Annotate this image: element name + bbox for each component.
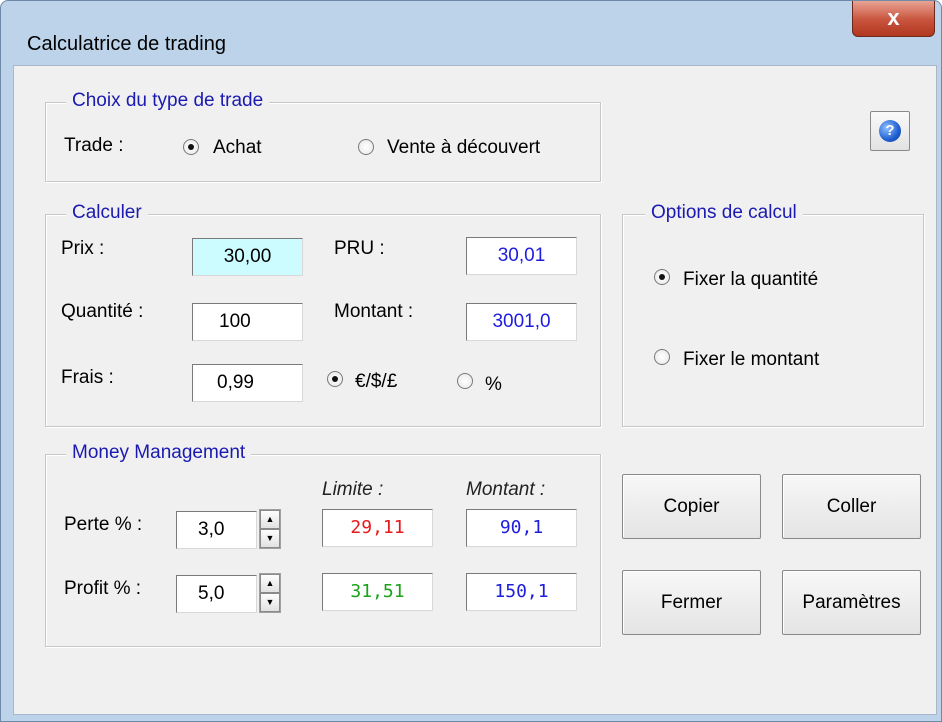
stepper-up-icon[interactable]: ▲: [260, 510, 280, 529]
copier-button[interactable]: Copier: [622, 474, 761, 539]
stepper-down-icon[interactable]: ▼: [260, 529, 280, 548]
prix-label: Prix :: [61, 238, 105, 259]
perte-limite-value: 29,11: [322, 509, 433, 547]
coller-button[interactable]: Coller: [782, 474, 921, 539]
title-bar[interactable]: Calculatrice de trading: [1, 1, 941, 55]
frais-input[interactable]: 0,99: [192, 364, 303, 402]
frais-percent-radio-label[interactable]: %: [485, 374, 502, 396]
close-icon: x: [887, 5, 900, 30]
trade-type-legend: Choix du type de trade: [66, 90, 270, 112]
perte-label: Perte % :: [64, 514, 143, 535]
window-title: Calculatrice de trading: [27, 33, 226, 55]
trade-label: Trade :: [64, 135, 124, 156]
vente-decouvert-radio[interactable]: [358, 139, 374, 155]
perte-input[interactable]: 3,0: [176, 511, 257, 549]
close-button[interactable]: x: [852, 1, 935, 37]
achat-radio-label[interactable]: Achat: [213, 137, 262, 159]
frais-currency-radio-label[interactable]: €/$/£: [355, 371, 397, 393]
profit-input[interactable]: 5,0: [176, 575, 257, 613]
profit-montant-value: 150,1: [466, 573, 577, 611]
montant-label: Montant :: [334, 301, 414, 322]
perte-montant-value: 90,1: [466, 509, 577, 547]
prix-input[interactable]: 30,00: [192, 238, 303, 276]
stepper-down-icon[interactable]: ▼: [260, 593, 280, 612]
frais-currency-radio[interactable]: [327, 371, 343, 387]
parametres-button[interactable]: Paramètres: [782, 570, 921, 635]
options-calcul-legend: Options de calcul: [645, 202, 803, 224]
fermer-button[interactable]: Fermer: [622, 570, 761, 635]
quantite-input[interactable]: 100: [192, 303, 303, 341]
frais-percent-radio[interactable]: [457, 373, 473, 389]
profit-label: Profit % :: [64, 578, 142, 599]
perte-stepper[interactable]: ▲ ▼: [259, 509, 281, 549]
fixer-quantite-radio[interactable]: [654, 269, 670, 285]
fixer-montant-radio[interactable]: [654, 349, 670, 365]
achat-radio[interactable]: [183, 139, 199, 155]
vente-decouvert-radio-label[interactable]: Vente à découvert: [387, 137, 540, 159]
help-button[interactable]: ?: [870, 111, 910, 151]
pru-value: 30,01: [466, 237, 577, 275]
fixer-montant-radio-label[interactable]: Fixer le montant: [683, 349, 819, 371]
stepper-up-icon[interactable]: ▲: [260, 574, 280, 593]
trading-calculator-window: Calculatrice de trading x Choix du type …: [0, 0, 942, 722]
profit-stepper[interactable]: ▲ ▼: [259, 573, 281, 613]
quantite-label: Quantité :: [61, 301, 144, 322]
pru-label: PRU :: [334, 238, 385, 259]
help-icon: ?: [879, 120, 901, 142]
options-calcul-group: Options de calcul: [622, 202, 924, 427]
montant-column-header: Montant :: [466, 479, 546, 500]
calculer-legend: Calculer: [66, 202, 148, 224]
limite-column-header: Limite :: [322, 479, 384, 500]
montant-value: 3001,0: [466, 303, 577, 341]
profit-limite-value: 31,51: [322, 573, 433, 611]
frais-label: Frais :: [61, 367, 114, 388]
money-management-legend: Money Management: [66, 442, 252, 464]
fixer-quantite-radio-label[interactable]: Fixer la quantité: [683, 269, 818, 291]
